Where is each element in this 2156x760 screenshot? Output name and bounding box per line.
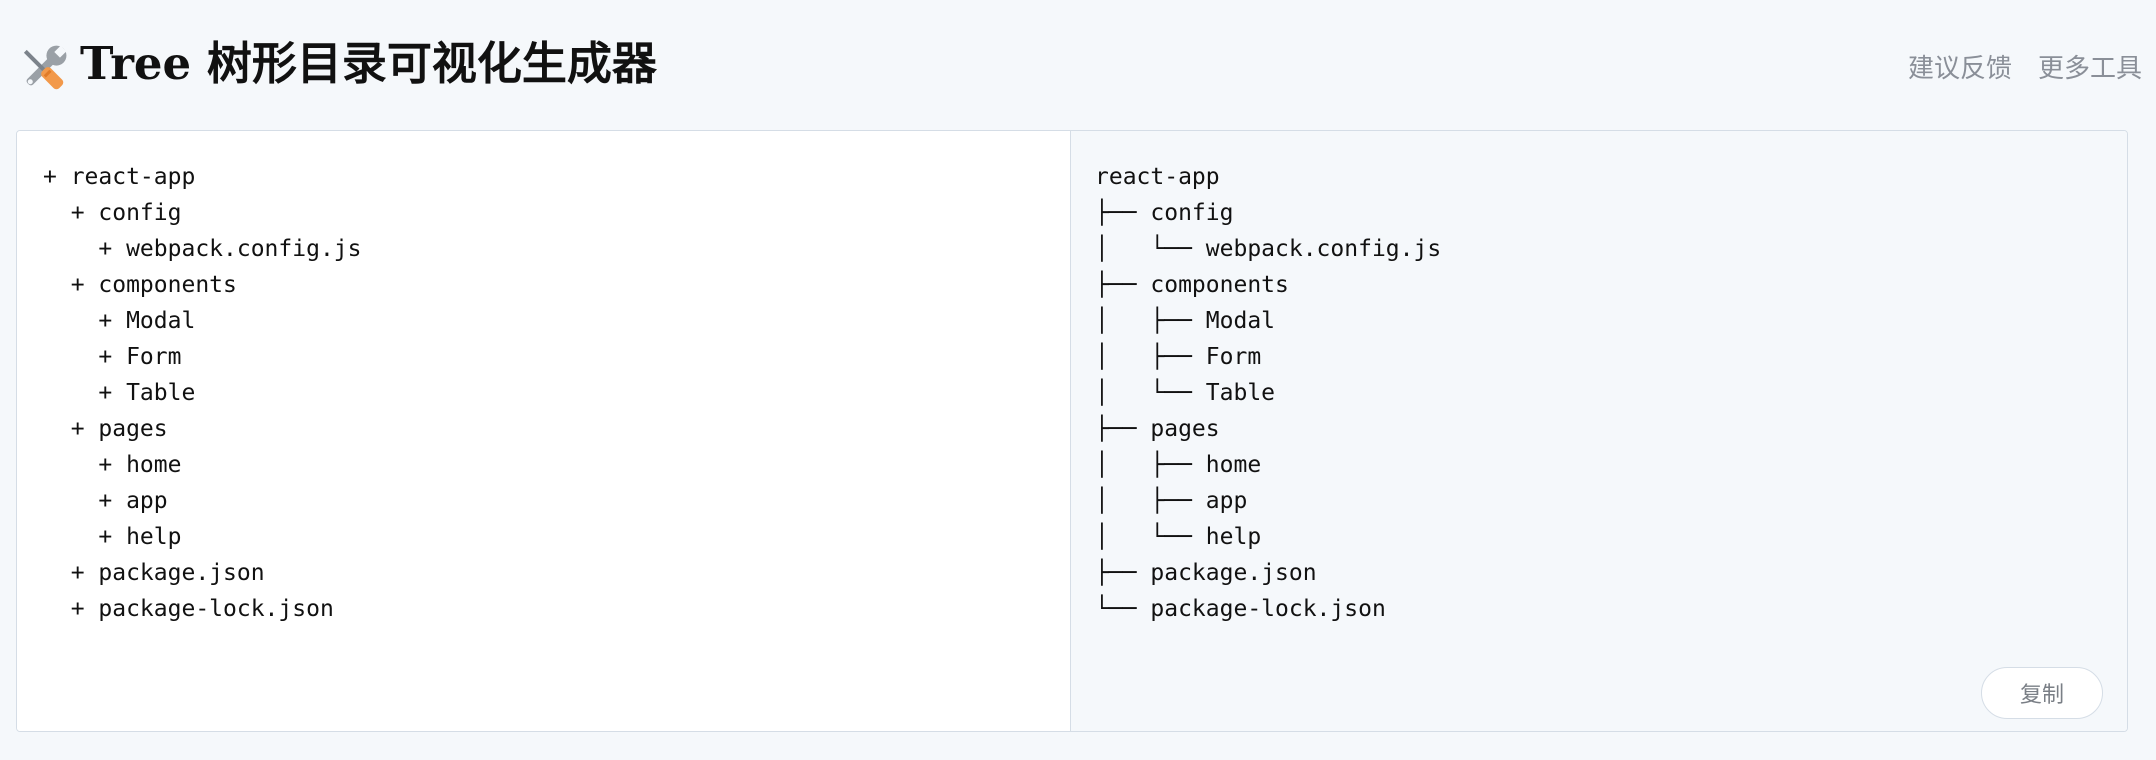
- tree-input[interactable]: [43, 159, 1043, 699]
- more-tools-link[interactable]: 更多工具: [2038, 48, 2142, 85]
- copy-button[interactable]: 复制: [1981, 667, 2103, 719]
- page-title: Tree 树形目录可视化生成器: [80, 37, 657, 90]
- top-nav: 建议反馈 更多工具: [1908, 48, 2142, 85]
- input-pane: [17, 131, 1071, 731]
- tools-icon: [14, 40, 72, 98]
- main-panel: react-app ├── config │ └── webpack.confi…: [16, 130, 2128, 732]
- tree-output: react-app ├── config │ └── webpack.confi…: [1095, 164, 1442, 622]
- output-pane: react-app ├── config │ └── webpack.confi…: [1071, 131, 2127, 731]
- app-header: Tree 树形目录可视化生成器 建议反馈 更多工具: [14, 34, 2142, 94]
- feedback-link[interactable]: 建议反馈: [1908, 48, 2012, 85]
